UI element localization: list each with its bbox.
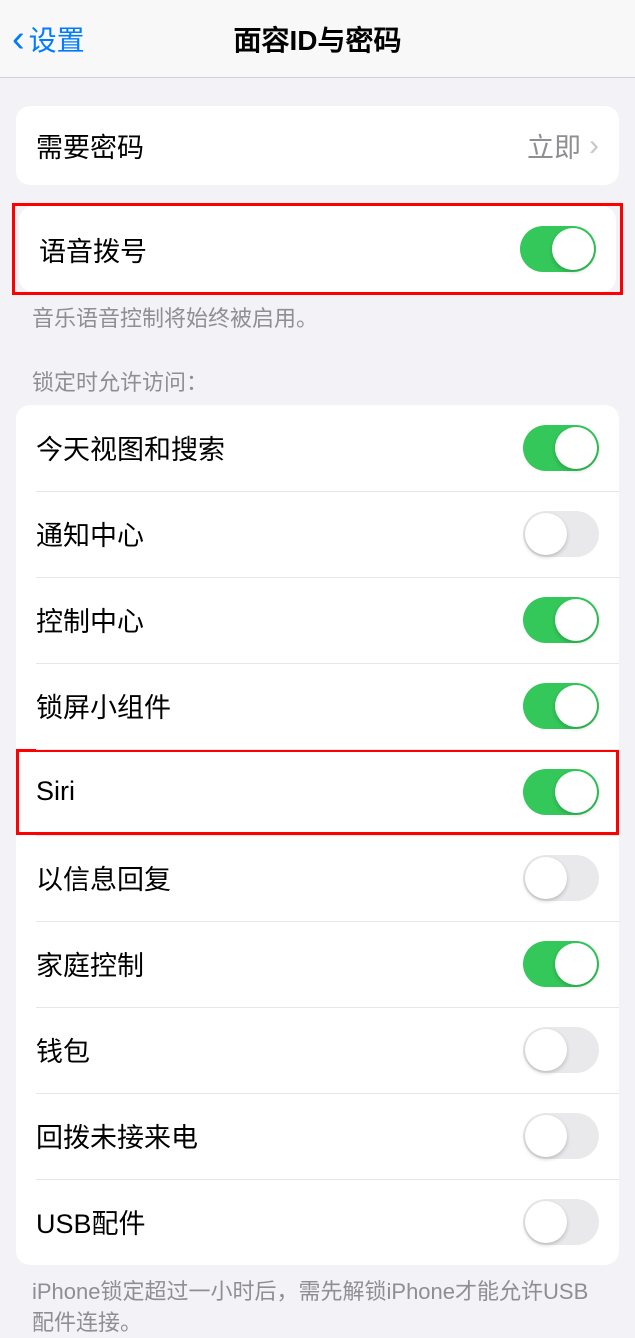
back-button[interactable]: ‹ 设置: [0, 19, 85, 59]
highlight-annotation: 语音拨号: [12, 203, 623, 295]
back-label: 设置: [29, 19, 85, 59]
require-passcode-group: 需要密码 立即 ›: [16, 106, 619, 185]
locked-item-label: 控制中心: [36, 600, 144, 639]
locked-item-row: 控制中心: [16, 577, 619, 663]
locked-item-label: 以信息回复: [36, 858, 171, 897]
locked-item-row: 通知中心: [16, 491, 619, 577]
toggle-knob: [552, 228, 594, 270]
voice-dial-toggle[interactable]: [520, 226, 596, 272]
toggle-knob: [555, 599, 597, 641]
voice-dial-group: 语音拨号: [19, 206, 616, 292]
locked-item-toggle[interactable]: [523, 683, 599, 729]
locked-item-label: 钱包: [36, 1030, 90, 1069]
voice-dial-row: 语音拨号: [19, 206, 616, 292]
locked-item-row: 以信息回复: [16, 835, 619, 921]
require-passcode-value: 立即: [527, 126, 581, 165]
locked-item-label: USB配件: [36, 1202, 146, 1241]
locked-item-row: USB配件: [16, 1179, 619, 1265]
locked-item-label: 锁屏小组件: [36, 686, 171, 725]
locked-access-footer: iPhone锁定超过一小时后，需先解锁iPhone才能允许USB配件连接。: [32, 1277, 603, 1338]
chevron-right-icon: ›: [589, 129, 599, 163]
locked-item-row: 今天视图和搜索: [16, 405, 619, 491]
locked-item-toggle[interactable]: [523, 511, 599, 557]
locked-item-row: 钱包: [16, 1007, 619, 1093]
locked-item-toggle[interactable]: [523, 1199, 599, 1245]
toggle-knob: [525, 1115, 567, 1157]
voice-dial-footer: 音乐语音控制将始终被启用。: [32, 304, 603, 335]
locked-item-row: 锁屏小组件: [16, 663, 619, 749]
row-right: 立即 ›: [527, 126, 599, 165]
page-title: 面容ID与密码: [0, 19, 635, 59]
locked-item-toggle[interactable]: [523, 597, 599, 643]
locked-item-row: 家庭控制: [16, 921, 619, 1007]
locked-item-label: Siri: [36, 776, 75, 807]
locked-item-toggle[interactable]: [523, 855, 599, 901]
nav-header: ‹ 设置 面容ID与密码: [0, 0, 635, 78]
chevron-left-icon: ‹: [12, 20, 25, 58]
locked-access-group: 今天视图和搜索通知中心控制中心锁屏小组件 Siri 以信息回复家庭控制钱包回拨未接来…: [16, 405, 619, 1265]
toggle-knob: [525, 1201, 567, 1243]
locked-item-toggle[interactable]: [523, 1113, 599, 1159]
toggle-knob: [555, 685, 597, 727]
locked-item-toggle[interactable]: [523, 769, 599, 815]
locked-item-label: 今天视图和搜索: [36, 428, 225, 467]
locked-item-toggle[interactable]: [523, 1027, 599, 1073]
locked-item-row: 回拨未接来电: [16, 1093, 619, 1179]
voice-dial-label: 语音拨号: [39, 230, 147, 269]
locked-item-label: 通知中心: [36, 514, 144, 553]
locked-item-row: Siri: [16, 749, 619, 835]
toggle-knob: [525, 1029, 567, 1071]
locked-item-label: 回拨未接来电: [36, 1116, 198, 1155]
toggle-knob: [555, 427, 597, 469]
locked-item-label: 家庭控制: [36, 944, 144, 983]
locked-item-toggle[interactable]: [523, 941, 599, 987]
toggle-knob: [525, 513, 567, 555]
locked-item-toggle[interactable]: [523, 425, 599, 471]
toggle-knob: [525, 857, 567, 899]
toggle-knob: [555, 771, 597, 813]
locked-access-header: 锁定时允许访问：: [32, 365, 603, 397]
require-passcode-row[interactable]: 需要密码 立即 ›: [16, 106, 619, 185]
toggle-knob: [555, 943, 597, 985]
require-passcode-label: 需要密码: [36, 126, 144, 165]
